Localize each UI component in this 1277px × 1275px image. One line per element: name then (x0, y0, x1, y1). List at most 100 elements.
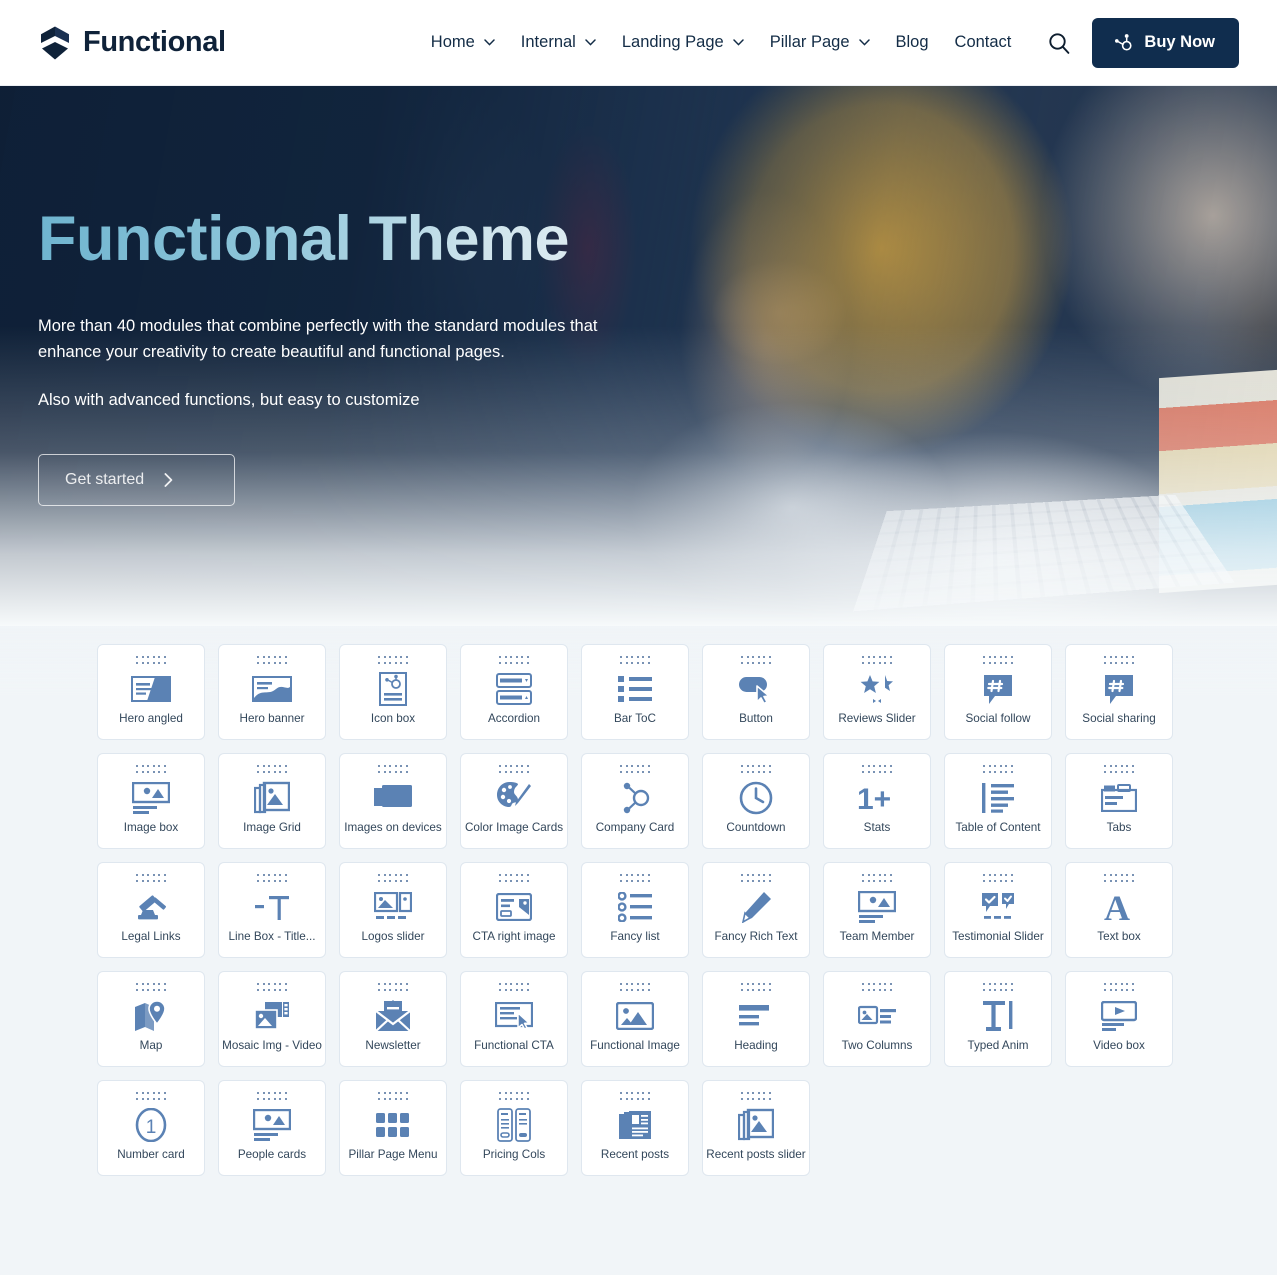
drag-handle-icon[interactable] (498, 981, 530, 992)
drag-handle-icon[interactable] (135, 763, 167, 774)
drag-handle-icon[interactable] (1103, 763, 1135, 774)
drag-handle-icon[interactable] (740, 1090, 772, 1101)
drag-handle-icon[interactable] (982, 654, 1014, 665)
module-card[interactable]: Icon box (339, 644, 447, 740)
drag-handle-icon[interactable] (498, 763, 530, 774)
module-card[interactable]: Social follow (944, 644, 1052, 740)
drag-handle-icon[interactable] (740, 654, 772, 665)
module-card[interactable]: Hero angled (97, 644, 205, 740)
module-card[interactable]: Newsletter (339, 971, 447, 1067)
module-card[interactable]: Image box (97, 753, 205, 849)
module-card-label: Newsletter (365, 1039, 421, 1052)
drag-handle-icon[interactable] (377, 763, 409, 774)
module-card[interactable]: Fancy list (581, 862, 689, 958)
drag-handle-icon[interactable] (135, 981, 167, 992)
drag-handle-icon[interactable] (377, 1090, 409, 1101)
nav-item-landing-page[interactable]: Landing Page (609, 33, 757, 52)
drag-handle-icon[interactable] (256, 981, 288, 992)
module-card[interactable]: Reviews Slider (823, 644, 931, 740)
module-card[interactable]: Countdown (702, 753, 810, 849)
drag-handle-icon[interactable] (982, 763, 1014, 774)
drag-handle-icon[interactable] (135, 1090, 167, 1101)
module-card[interactable]: Color Image Cards (460, 753, 568, 849)
drag-handle-icon[interactable] (498, 872, 530, 883)
drag-handle-icon[interactable] (619, 763, 651, 774)
nav-item-internal[interactable]: Internal (508, 33, 609, 52)
drag-handle-icon[interactable] (982, 872, 1014, 883)
drag-handle-icon[interactable] (740, 872, 772, 883)
search-icon[interactable] (1040, 24, 1078, 62)
module-card[interactable]: 1+ Stats (823, 753, 931, 849)
module-card[interactable]: Bar ToC (581, 644, 689, 740)
module-card[interactable]: Button (702, 644, 810, 740)
module-card-label: Countdown (726, 821, 786, 834)
module-card[interactable]: Company Card (581, 753, 689, 849)
module-card[interactable]: Two Columns (823, 971, 931, 1067)
drag-handle-icon[interactable] (498, 654, 530, 665)
module-card[interactable]: Recent posts (581, 1080, 689, 1176)
module-card[interactable]: Images on devices (339, 753, 447, 849)
drag-handle-icon[interactable] (256, 1090, 288, 1101)
module-card[interactable]: Image Grid (218, 753, 326, 849)
drag-handle-icon[interactable] (861, 654, 893, 665)
table-of-content-icon (945, 777, 1051, 819)
people-cards-icon (219, 1104, 325, 1146)
module-card[interactable]: Typed Anim (944, 971, 1052, 1067)
drag-handle-icon[interactable] (256, 654, 288, 665)
module-card[interactable]: Legal Links (97, 862, 205, 958)
module-card[interactable]: People cards (218, 1080, 326, 1176)
drag-handle-icon[interactable] (377, 981, 409, 992)
module-card[interactable]: Tabs (1065, 753, 1173, 849)
nav-item-pillar-page[interactable]: Pillar Page (757, 33, 883, 52)
brand-logo[interactable]: Functional (38, 25, 226, 61)
module-card[interactable]: Line Box - Title... (218, 862, 326, 958)
module-card[interactable]: Pricing Cols (460, 1080, 568, 1176)
drag-handle-icon[interactable] (982, 981, 1014, 992)
module-card[interactable]: Video box (1065, 971, 1173, 1067)
drag-handle-icon[interactable] (861, 763, 893, 774)
drag-handle-icon[interactable] (740, 981, 772, 992)
module-card[interactable]: Pillar Page Menu (339, 1080, 447, 1176)
drag-handle-icon[interactable] (1103, 872, 1135, 883)
nav-item-contact[interactable]: Contact (942, 33, 1025, 52)
module-card[interactable]: Testimonial Slider (944, 862, 1052, 958)
palette-icon (461, 777, 567, 819)
module-card[interactable]: Heading (702, 971, 810, 1067)
drag-handle-icon[interactable] (619, 654, 651, 665)
module-card[interactable]: Accordion (460, 644, 568, 740)
module-card[interactable]: Hero banner (218, 644, 326, 740)
module-card[interactable]: Functional Image (581, 971, 689, 1067)
drag-handle-icon[interactable] (1103, 654, 1135, 665)
nav-item-blog[interactable]: Blog (883, 33, 942, 52)
module-card[interactable]: Map (97, 971, 205, 1067)
drag-handle-icon[interactable] (1103, 981, 1135, 992)
drag-handle-icon[interactable] (740, 763, 772, 774)
drag-handle-icon[interactable] (861, 981, 893, 992)
module-card[interactable]: CTA right image (460, 862, 568, 958)
drag-handle-icon[interactable] (256, 763, 288, 774)
drag-handle-icon[interactable] (377, 654, 409, 665)
module-card-label: Logos slider (361, 930, 425, 943)
module-card[interactable]: Table of Content (944, 753, 1052, 849)
module-card[interactable]: 1 Number card (97, 1080, 205, 1176)
drag-handle-icon[interactable] (619, 981, 651, 992)
buy-now-button[interactable]: Buy Now (1092, 17, 1239, 68)
module-card[interactable]: Fancy Rich Text (702, 862, 810, 958)
drag-handle-icon[interactable] (498, 1090, 530, 1101)
drag-handle-icon[interactable] (135, 872, 167, 883)
module-card[interactable]: Recent posts slider (702, 1080, 810, 1176)
drag-handle-icon[interactable] (861, 872, 893, 883)
module-card[interactable]: A Text box (1065, 862, 1173, 958)
module-card[interactable]: Mosaic Img - Video (218, 971, 326, 1067)
drag-handle-icon[interactable] (619, 1090, 651, 1101)
drag-handle-icon[interactable] (619, 872, 651, 883)
module-card[interactable]: Social sharing (1065, 644, 1173, 740)
module-card[interactable]: Logos slider (339, 862, 447, 958)
get-started-button[interactable]: Get started (38, 453, 235, 506)
drag-handle-icon[interactable] (256, 872, 288, 883)
nav-item-home[interactable]: Home (418, 33, 508, 52)
module-card[interactable]: Functional CTA (460, 971, 568, 1067)
drag-handle-icon[interactable] (135, 654, 167, 665)
module-card[interactable]: Team Member (823, 862, 931, 958)
drag-handle-icon[interactable] (377, 872, 409, 883)
